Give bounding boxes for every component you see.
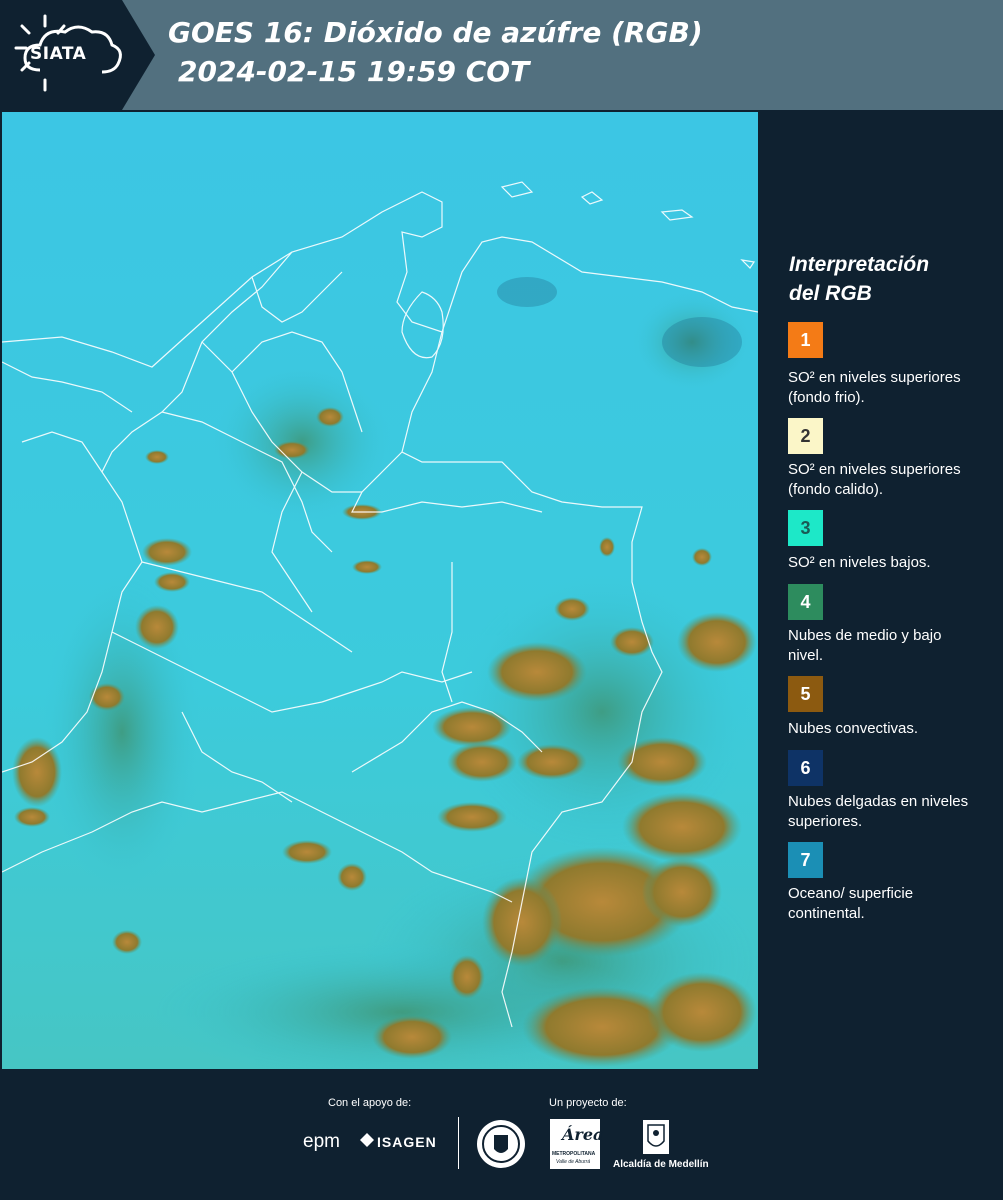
legend-desc-7: Oceano/ superficie continental.: [788, 885, 914, 922]
legend-swatch-1: 1: [788, 322, 823, 358]
area-logo-text: Área: [562, 1125, 604, 1144]
alcaldia-crest-icon: [642, 1119, 670, 1155]
legend-desc-1: SO² en niveles superiores (fondo frio).: [788, 369, 961, 406]
siata-logo: SIATA: [0, 0, 155, 110]
legend-desc-3: SO² en niveles bajos.: [788, 554, 931, 571]
area-metropolitana-logo: Área METROPOLITANA Valle de Aburrá: [550, 1119, 604, 1169]
legend-desc-2: SO² en niveles superiores (fondo calido)…: [788, 461, 961, 498]
satellite-map-image: [2, 112, 758, 1069]
legend-swatch-6: 6: [788, 750, 823, 786]
legend-title-line1: Interpretación: [789, 253, 930, 276]
support-label: Con el apoyo de:: [328, 1097, 412, 1109]
logo-text: SIATA: [30, 44, 87, 64]
area-logo-sub2: Valle de Aburrá: [556, 1159, 591, 1165]
legend-panel: Interpretación del RGB 1 SO² en niveles …: [760, 112, 1003, 1069]
medellin-seal-icon: [476, 1119, 526, 1169]
epm-logo: epm: [303, 1131, 340, 1152]
legend-title: Interpretación del RGB: [789, 250, 989, 308]
area-logo-sub1: METROPOLITANA: [552, 1151, 596, 1157]
footer-divider: [458, 1117, 459, 1169]
page-title: GOES 16: Dióxido de azúfre (RGB): [168, 16, 703, 49]
legend-swatch-2: 2: [788, 418, 823, 454]
alcaldia-logo-text: Alcaldía de Medellín: [613, 1159, 709, 1170]
isagen-logo: ISAGEN: [377, 1134, 437, 1150]
legend-desc-6: Nubes delgadas en niveles superiores.: [788, 793, 969, 830]
legend-desc-5: Nubes convectivas.: [788, 720, 919, 737]
legend-swatch-4: 4: [788, 584, 823, 620]
legend-swatch-5: 5: [788, 676, 823, 712]
legend-desc-4: Nubes de medio y bajo nivel.: [788, 627, 942, 664]
project-label: Un proyecto de:: [549, 1097, 627, 1109]
header-bar: SIATA GOES 16: Dióxido de azúfre (RGB) 2…: [0, 0, 1003, 110]
page-timestamp: 2024-02-15 19:59 COT: [178, 55, 530, 88]
isagen-icon: [360, 1133, 374, 1147]
satellite-map: [2, 112, 758, 1069]
legend-swatch-3: 3: [788, 510, 823, 546]
legend-title-line2: del RGB: [789, 282, 872, 305]
legend-swatch-7: 7: [788, 842, 823, 878]
footer: Con el apoyo de: Un proyecto de: epm ISA…: [0, 1069, 1003, 1200]
